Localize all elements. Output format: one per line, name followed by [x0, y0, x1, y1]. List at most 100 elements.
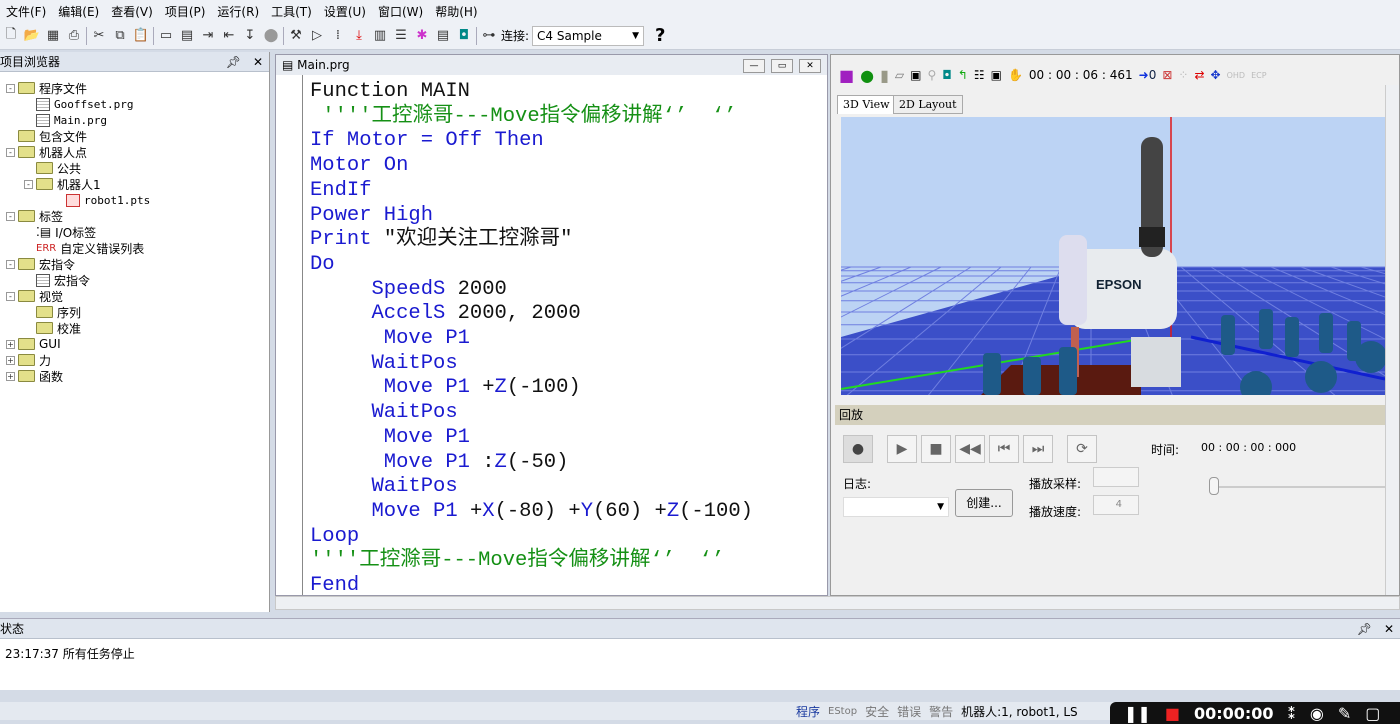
time-slider-thumb[interactable]	[1209, 477, 1219, 495]
import-icon[interactable]: ▣	[910, 68, 921, 82]
tree-item[interactable]: - 宏指令	[6, 256, 75, 272]
hand-icon[interactable]: ✋	[1008, 68, 1023, 82]
camera-icon[interactable]: ◘	[942, 68, 952, 82]
skip-back-button[interactable]: ⏮	[989, 435, 1019, 463]
horizontal-scrollbar[interactable]	[275, 596, 1400, 610]
collapse-icon[interactable]: -	[24, 179, 33, 189]
io-monitor-icon[interactable]: ⁞	[329, 27, 347, 45]
tree-item[interactable]: + GUI	[6, 336, 61, 352]
copy-icon[interactable]: ⧉	[111, 27, 129, 45]
io-list-icon[interactable]: ☰	[392, 27, 410, 45]
points-icon[interactable]: ⁘	[1178, 68, 1188, 82]
tree-item[interactable]: Gooffset.prg	[24, 96, 133, 112]
run-window-icon[interactable]: ▷	[308, 27, 326, 45]
tree-item[interactable]: 序列	[24, 304, 81, 320]
stop-icon[interactable]: ⬤	[262, 27, 280, 45]
speed-stepper[interactable]: 4	[1093, 495, 1139, 515]
tree-item[interactable]: 包含文件	[6, 128, 87, 144]
vertical-scrollbar[interactable]	[1385, 85, 1399, 595]
tree-item[interactable]: - 机器人1	[24, 176, 101, 192]
task-manager-icon[interactable]: ▥	[371, 27, 389, 45]
tab-3d-view[interactable]: 3D View	[837, 95, 896, 114]
sphere-icon[interactable]: ●	[860, 66, 874, 85]
menu-item[interactable]: 窗口(W)	[372, 3, 429, 20]
window-icon[interactable]: ▭	[157, 27, 175, 45]
ohd-icon[interactable]: OHD	[1227, 71, 1245, 80]
robot-manager-icon[interactable]: ✱	[413, 27, 431, 45]
tree-item[interactable]: 公共	[24, 160, 81, 176]
menu-item[interactable]: 设置(U)	[318, 3, 372, 20]
simulator-icon[interactable]: ◘	[455, 27, 473, 45]
tree-item[interactable]: ⁚▤ I/O标签	[24, 224, 96, 240]
build-icon[interactable]: ⚒	[287, 27, 305, 45]
record-button[interactable]: ●	[843, 435, 873, 463]
maximize-button[interactable]: ▭	[771, 59, 793, 73]
indent-icon[interactable]: ⇥	[199, 27, 217, 45]
menu-item[interactable]: 运行(R)	[211, 3, 265, 20]
tab-2d-layout[interactable]: 2D Layout	[893, 95, 963, 114]
code-area[interactable]: Function MAIN ''''工控滁哥---Move指令偏移讲解‘’ ‘’…	[310, 80, 753, 599]
create-button[interactable]: 创建...	[955, 489, 1013, 517]
tree-item[interactable]: + 力	[6, 352, 51, 368]
plane-icon[interactable]: ▱	[895, 68, 904, 82]
pin-icon[interactable]: 📌︎	[226, 55, 241, 69]
close-icon[interactable]: ✕	[253, 55, 263, 69]
menu-item[interactable]: 编辑(E)	[52, 3, 105, 20]
log-select[interactable]: ▼	[843, 497, 949, 517]
expand-icon[interactable]: +	[6, 371, 15, 381]
collapse-icon[interactable]: -	[6, 291, 15, 301]
tree-item[interactable]: robot1.pts	[54, 192, 150, 208]
collapse-icon[interactable]: -	[6, 211, 15, 221]
list-icon[interactable]: ☷	[974, 68, 985, 82]
expand-icon[interactable]: +	[6, 355, 15, 365]
tree-item[interactable]: - 视觉	[6, 288, 63, 304]
time-slider-track[interactable]	[1215, 486, 1385, 488]
save-all-icon[interactable]: ▦	[44, 27, 62, 45]
open-folder-icon[interactable]: 📂	[23, 27, 41, 45]
undo-icon[interactable]: ↰	[958, 68, 968, 82]
close-button[interactable]: ✕	[799, 59, 821, 73]
print-icon[interactable]: ⎙	[65, 27, 83, 45]
tool-icon[interactable]: ⚲	[927, 68, 936, 82]
connection-select[interactable]: C4 Sample ▼	[532, 25, 645, 46]
menu-item[interactable]: 工具(T)	[265, 3, 318, 20]
paste-icon[interactable]: 📋	[132, 27, 150, 45]
tree-item[interactable]: - 机器人点	[6, 144, 87, 160]
menu-item[interactable]: 文件(F)	[0, 3, 52, 20]
rewind-button[interactable]: ◀◀	[955, 435, 985, 463]
step-icon[interactable]: ↧	[241, 27, 259, 45]
monitor-icon[interactable]: ▣	[991, 68, 1002, 82]
download-icon[interactable]: ⤓	[350, 27, 368, 45]
play-button[interactable]: ▶	[887, 435, 917, 463]
jog-icon[interactable]: ⇄	[1194, 68, 1204, 82]
collapse-icon[interactable]: -	[6, 83, 15, 93]
menu-item[interactable]: 查看(V)	[105, 3, 159, 20]
collapse-icon[interactable]: -	[6, 259, 15, 269]
tree-item[interactable]: - 标签	[6, 208, 63, 224]
tree-item[interactable]: + 函数	[6, 368, 63, 384]
minimize-button[interactable]: —	[743, 59, 765, 73]
tree-item[interactable]: ERR 自定义错误列表	[24, 240, 144, 256]
close-icon[interactable]: ✕	[1384, 622, 1394, 636]
calculator-icon[interactable]: ▤	[178, 27, 196, 45]
tree-item[interactable]: 宏指令	[24, 272, 90, 288]
box-icon[interactable]: ■	[839, 66, 854, 85]
cut-icon[interactable]: ✂	[90, 27, 108, 45]
menu-item[interactable]: 项目(P)	[159, 3, 212, 20]
menu-item[interactable]: 帮助(H)	[429, 3, 483, 20]
skip-forward-button[interactable]: ⏭	[1023, 435, 1053, 463]
tree-item[interactable]: 校准	[24, 320, 81, 336]
ecp-icon[interactable]: ECP	[1251, 71, 1266, 80]
new-file-icon[interactable]: 🗋	[2, 27, 20, 45]
cylinder-icon[interactable]: ▮	[880, 66, 889, 85]
pin-icon[interactable]: 📌︎	[1357, 622, 1372, 636]
axes-icon[interactable]: ✥	[1211, 68, 1221, 82]
collapse-icon[interactable]: -	[6, 147, 15, 157]
loop-button[interactable]: ⟳	[1067, 435, 1097, 463]
sample-input[interactable]	[1093, 467, 1139, 487]
help-button[interactable]: ?	[655, 25, 665, 46]
stop-button[interactable]: ■	[921, 435, 951, 463]
collision-icon[interactable]: ⊠	[1162, 68, 1172, 82]
tree-item[interactable]: - 程序文件	[6, 80, 87, 96]
expand-icon[interactable]: +	[6, 339, 15, 349]
